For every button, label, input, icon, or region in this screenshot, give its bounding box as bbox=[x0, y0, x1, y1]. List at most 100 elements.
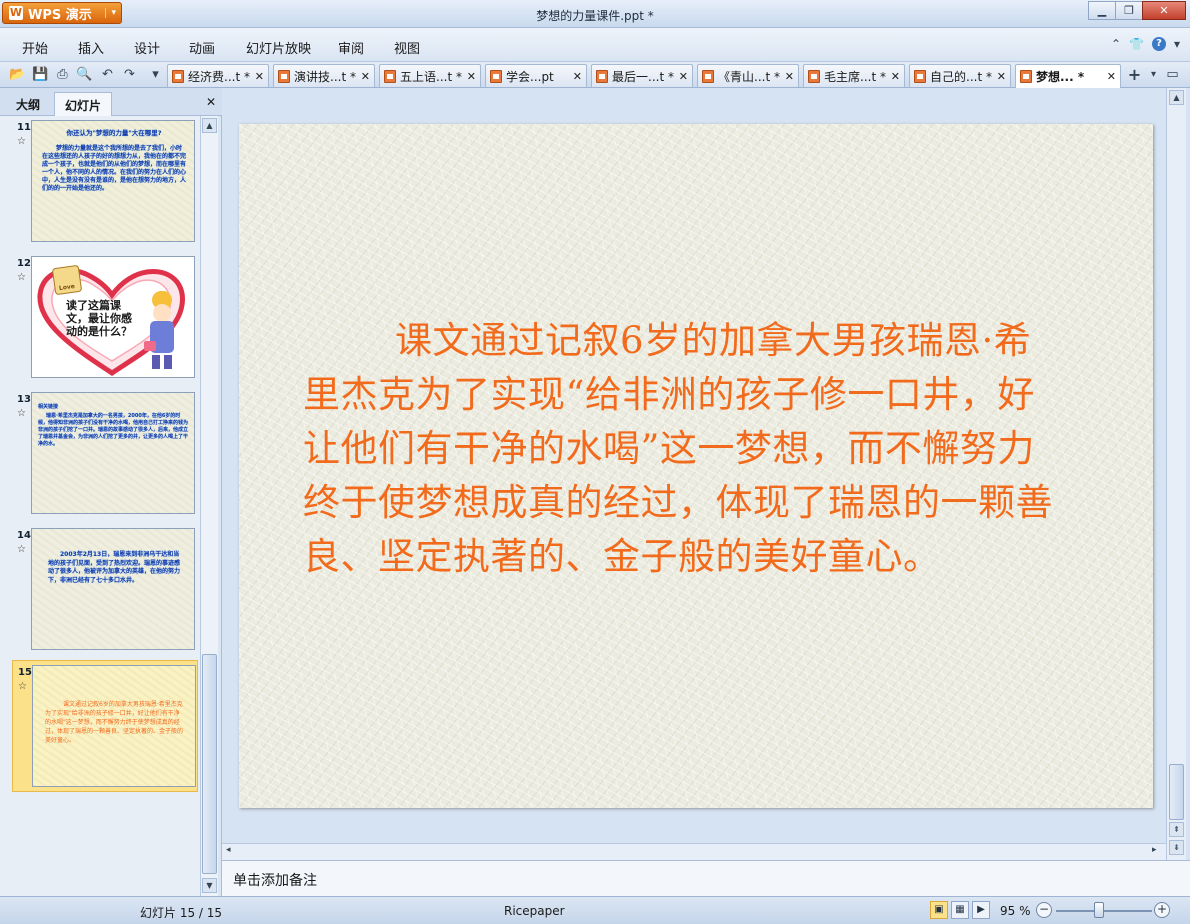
thumb-body: 瑞恩·希里杰克是加拿大的一名男孩，2000年，在他6岁的时候，他得知非洲的孩子们… bbox=[38, 413, 189, 447]
close-panel-icon[interactable]: ✕ bbox=[206, 95, 216, 109]
print-icon[interactable]: ⎙ bbox=[54, 66, 71, 83]
close-tab-icon[interactable]: ✕ bbox=[361, 70, 370, 83]
slide-body-text[interactable]: 课文通过记叙6岁的加拿大男孩瑞恩·希里杰克为了实现“给非洲的孩子修一口井，好让他… bbox=[303, 314, 1063, 584]
open-folder-icon[interactable]: 📂 bbox=[9, 66, 26, 83]
minimize-button[interactable]: ▁ bbox=[1088, 1, 1116, 20]
slide-thumbnail-14[interactable]: 14 ☆ 2003年2月13日，瑞恩来到非洲乌干达和当地的孩子们见面，受到了热烈… bbox=[12, 524, 198, 656]
close-tab-icon[interactable]: ✕ bbox=[891, 70, 900, 83]
menu-view[interactable]: 视图 bbox=[394, 38, 420, 57]
close-tab-icon[interactable]: ✕ bbox=[997, 70, 1006, 83]
doc-tab-label: 经济费...t * bbox=[188, 69, 250, 84]
scroll-thumb[interactable] bbox=[202, 654, 217, 874]
doc-tab[interactable]: 最后一...t * ✕ bbox=[591, 64, 693, 87]
slide-number: 13 bbox=[17, 394, 31, 405]
ppt-file-icon bbox=[914, 69, 926, 83]
window-layout-icon[interactable]: ▭ bbox=[1164, 66, 1181, 83]
quick-access-dropdown-icon[interactable]: ▾ bbox=[147, 66, 164, 83]
ribbon-collapse-icon[interactable]: ⌃ bbox=[1111, 37, 1121, 51]
prev-slide-icon[interactable]: ⇞ bbox=[1169, 822, 1184, 837]
tab-outline[interactable]: 大纲 bbox=[6, 92, 50, 116]
doc-tab[interactable]: 经济费...t * ✕ bbox=[167, 64, 269, 87]
zoom-in-icon[interactable]: + bbox=[1154, 902, 1170, 918]
doc-tab[interactable]: 学会...pt ✕ bbox=[485, 64, 587, 87]
menu-slideshow[interactable]: 幻灯片放映 bbox=[246, 38, 311, 57]
notes-pane[interactable]: 单击添加备注 bbox=[222, 860, 1190, 896]
slide-thumbnail-13[interactable]: 13 ☆ 相关链接 瑞恩·希里杰克是加拿大的一名男孩，2000年，在他6岁的时候… bbox=[12, 388, 198, 520]
ppt-file-icon bbox=[172, 69, 184, 83]
close-window-button[interactable]: ✕ bbox=[1142, 1, 1186, 20]
ppt-file-icon bbox=[490, 69, 502, 83]
menu-insert[interactable]: 插入 bbox=[78, 38, 104, 57]
close-tab-icon[interactable]: ✕ bbox=[467, 70, 476, 83]
current-slide[interactable]: 课文通过记叙6岁的加拿大男孩瑞恩·希里杰克为了实现“给非洲的孩子修一口井，好让他… bbox=[239, 124, 1153, 808]
close-tab-icon[interactable]: ✕ bbox=[679, 70, 688, 83]
ppt-file-icon bbox=[596, 69, 608, 83]
doc-tab-label: 《青山...t * bbox=[718, 69, 780, 84]
save-icon[interactable]: 💾 bbox=[32, 66, 49, 83]
menu-review[interactable]: 审阅 bbox=[338, 38, 364, 57]
thumb-bubble-text: 读了这篇课文，最让你感动的是什么？ bbox=[66, 299, 132, 338]
slideshow-icon[interactable]: ▶ bbox=[972, 901, 990, 919]
close-tab-icon[interactable]: ✕ bbox=[1107, 70, 1116, 83]
slide-number: 11 bbox=[17, 122, 31, 133]
new-tab-plus-icon[interactable]: + bbox=[1126, 66, 1143, 83]
scroll-down-icon[interactable]: ▼ bbox=[202, 878, 217, 893]
zoom-slider-track[interactable] bbox=[1056, 910, 1152, 912]
tab-list-dropdown-icon[interactable]: ▾ bbox=[1145, 66, 1162, 83]
doc-tab[interactable]: 《青山...t * ✕ bbox=[697, 64, 799, 87]
thumb-body: 课文通过记叙6岁的加拿大男孩瑞恩·希里杰克为了实现"给非洲的孩子修一口井，好让他… bbox=[45, 701, 184, 744]
close-tab-icon[interactable]: ✕ bbox=[785, 70, 794, 83]
menu-home[interactable]: 开始 bbox=[22, 38, 48, 57]
normal-view-icon[interactable]: ▣ bbox=[930, 901, 948, 919]
notes-placeholder[interactable]: 单击添加备注 bbox=[233, 870, 317, 890]
doc-tab-label: 学会...pt bbox=[506, 69, 554, 84]
doc-tab-label: 毛主席...t * bbox=[824, 69, 886, 84]
animation-star-icon: ☆ bbox=[17, 272, 26, 283]
doc-tab[interactable]: 毛主席...t * ✕ bbox=[803, 64, 905, 87]
doc-tab[interactable]: 五上语...t * ✕ bbox=[379, 64, 481, 87]
thumb-body: 梦想的力量就是这个我所想的是去了我们，小时在这些想还的人孩子的好的想想力从，我他… bbox=[42, 145, 187, 192]
maximize-button[interactable]: ❐ bbox=[1115, 1, 1143, 20]
close-tab-icon[interactable]: ✕ bbox=[573, 70, 582, 83]
skin-shirt-icon[interactable]: 👕 bbox=[1129, 37, 1144, 51]
slide-thumbnail-15-selected[interactable]: 15 ☆ 课文通过记叙6岁的加拿大男孩瑞恩·希里杰克为了实现"给非洲的孩子修一口… bbox=[12, 660, 198, 792]
scroll-right-icon[interactable]: ▸ bbox=[1152, 845, 1157, 855]
vertical-scrollbar[interactable]: ▲ ⇞ ⇟ bbox=[1166, 88, 1186, 860]
slide-thumbnail-list: 11 ☆ 你还认为"梦想的力量"大在哪里? 梦想的力量就是这个我所想的是去了我们… bbox=[0, 116, 200, 896]
status-bar: 幻灯片 15 / 15 Ricepaper ▣ ▦ ▶ 95 % − + bbox=[0, 896, 1190, 924]
thumb-title: 你还认为"梦想的力量"大在哪里? bbox=[66, 129, 162, 137]
slide-editor: 课文通过记叙6岁的加拿大男孩瑞恩·希里杰克为了实现“给非洲的孩子修一口井，好让他… bbox=[222, 88, 1190, 860]
next-slide-icon[interactable]: ⇟ bbox=[1169, 840, 1184, 855]
scroll-up-icon[interactable]: ▲ bbox=[1169, 90, 1184, 105]
thumbnail-scrollbar[interactable]: ▲ ▼ bbox=[200, 116, 218, 896]
slide-number: 12 bbox=[17, 258, 31, 269]
undo-icon[interactable]: ↶ bbox=[99, 66, 116, 83]
print-preview-icon[interactable]: 🔍 bbox=[76, 66, 93, 83]
redo-icon[interactable]: ↷ bbox=[121, 66, 138, 83]
horizontal-scrollbar[interactable]: ◂ ▸ bbox=[222, 843, 1166, 860]
slide-thumbnail-11[interactable]: 11 ☆ 你还认为"梦想的力量"大在哪里? 梦想的力量就是这个我所想的是去了我们… bbox=[12, 116, 198, 248]
help-icon[interactable]: ? bbox=[1151, 37, 1166, 51]
zoom-slider-knob[interactable] bbox=[1094, 902, 1104, 918]
scroll-left-icon[interactable]: ◂ bbox=[226, 845, 231, 855]
close-tab-icon[interactable]: ✕ bbox=[255, 70, 264, 83]
menu-animation[interactable]: 动画 bbox=[189, 38, 215, 57]
scroll-up-icon[interactable]: ▲ bbox=[202, 118, 217, 133]
slide-thumbnail-12[interactable]: 12 ☆ Love 读了这篇课文，最让你感动的是什么？ bbox=[12, 252, 198, 384]
doc-tab[interactable]: 自己的...t * ✕ bbox=[909, 64, 1011, 87]
panel-tabs: 大纲 幻灯片 ✕ bbox=[0, 88, 222, 116]
title-bar: W WPS 演示 ▾ 梦想的力量课件.ppt * ▁ ❐ ✕ bbox=[0, 0, 1190, 28]
zoom-out-icon[interactable]: − bbox=[1036, 902, 1052, 918]
menu-bar: 开始 插入 设计 动画 幻灯片放映 审阅 视图 ⌃ 👕 ? ▾ bbox=[0, 28, 1190, 62]
template-name: Ricepaper bbox=[504, 904, 565, 918]
window-title: 梦想的力量课件.ppt * bbox=[536, 9, 654, 23]
doc-tab[interactable]: 演讲技...t * ✕ bbox=[273, 64, 375, 87]
menu-design[interactable]: 设计 bbox=[134, 38, 160, 57]
tab-slides[interactable]: 幻灯片 bbox=[54, 92, 113, 116]
doc-tab-active[interactable]: 梦想... * ✕ bbox=[1015, 64, 1121, 88]
thumb-heading: 相关链接 bbox=[38, 404, 59, 410]
slide-thumbnail-image: 2003年2月13日，瑞恩来到非洲乌干达和当地的孩子们见面，受到了热烈欢迎。瑞恩… bbox=[31, 528, 195, 650]
scroll-thumb[interactable] bbox=[1169, 764, 1184, 820]
slide-sorter-icon[interactable]: ▦ bbox=[951, 901, 969, 919]
help-dropdown-icon[interactable]: ▾ bbox=[1174, 37, 1180, 51]
